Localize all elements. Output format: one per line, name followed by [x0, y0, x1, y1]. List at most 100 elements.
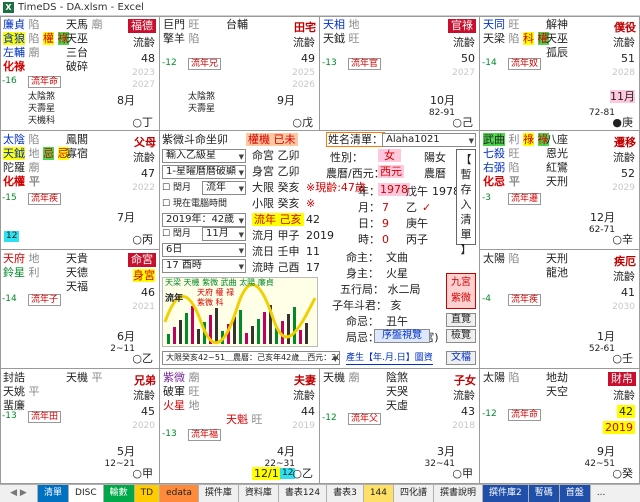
leap-month-checkbox[interactable]: ☐ 閏月: [162, 229, 191, 240]
liushi-row: 流時 己酉: [252, 261, 300, 274]
palace-age: 32~41: [424, 459, 455, 469]
name-list-label: 姓名清單：: [326, 132, 385, 147]
tab-temp-code[interactable]: 暫碼: [528, 485, 560, 502]
palace-wu[interactable]: 巨門 旺 擎羊 陷 台輔 田宅 流齡 -12 流年兄 49 2025 2026 …: [160, 16, 320, 131]
birth-day[interactable]: 9: [382, 217, 389, 230]
tab-disc[interactable]: DISC: [69, 485, 104, 502]
palace-flow-label: 流齡: [133, 36, 155, 49]
palace-yin[interactable]: 封誥 天姚 平 蜚廉 天機 平 兄弟 流齡 -13 流年田 45 2020 5月…: [0, 369, 160, 484]
palace-mao[interactable]: 天府 地 鈴星 利 天貴 天德 天福 命宮 身宮 -14 流年子 46 2021…: [0, 250, 160, 369]
tab-input[interactable]: 輸數: [103, 485, 135, 502]
birth-month[interactable]: 7: [382, 201, 389, 214]
tab-list[interactable]: 清單: [38, 485, 70, 502]
info-shen-zhu: 身主： 火星: [346, 267, 408, 280]
palace-big-number: 51: [621, 52, 635, 65]
palace-star-b: 封誥: [3, 371, 25, 384]
generate-chart-link[interactable]: 產生【年.月.日】圖資: [346, 353, 433, 365]
palace-xu[interactable]: 太陽 陷 天刑 龍池 疾厄 流齡 -4 流年疾 41 2030 1月 52-61…: [480, 250, 640, 369]
palace-star: 天梁 陷 科 權: [483, 32, 549, 45]
palace-star-b: 天刑: [546, 175, 568, 188]
month-select[interactable]: 11月 ▼: [202, 227, 246, 241]
palace-star: 太陽 陷: [483, 371, 520, 384]
palace-nianzhan: 流年福: [188, 429, 222, 441]
tab-archive[interactable]: 撰件庫: [199, 485, 239, 502]
tab-first-chart[interactable]: 首盤: [559, 485, 591, 502]
palace-big-number: 49: [301, 52, 315, 65]
sihua-bar: [179, 320, 182, 344]
tab-doc-notes[interactable]: 撰書說明: [434, 485, 484, 502]
palace-flow-label: 流齡: [453, 389, 475, 402]
method-select[interactable]: 1-星曜曆曆破顯 ▼: [162, 165, 246, 179]
ordered-view-button[interactable]: 序盤視覽: [374, 329, 430, 343]
now-age-label: ※現齡:47歲: [306, 181, 366, 194]
tab-nav-arrows[interactable]: ◀ ▶: [0, 485, 38, 502]
check-view-button[interactable]: 檢覽: [446, 329, 476, 343]
luck-period-select[interactable]: 大限癸亥42~51＿農曆：己亥年42歲＿西元：2019年42歲▼: [162, 351, 340, 365]
palace-age-offset: -13: [162, 429, 177, 439]
palace-star: 天鉞 旺: [323, 32, 360, 45]
birth-day-gz: 庚午: [406, 217, 428, 230]
birth-year-gz: 戊午: [406, 185, 428, 198]
palace-name: 夫妻: [294, 374, 316, 387]
palace-age-offset: -12: [322, 413, 337, 423]
leap-checkbox[interactable]: ☐ 閏月: [162, 183, 191, 194]
hour-select[interactable]: 17 酉時 ▼: [162, 259, 246, 273]
tab-report3[interactable]: 書表3: [327, 485, 364, 502]
flow-caption: 流年: [165, 294, 184, 304]
palace-nianzhan: 流年疾: [508, 294, 542, 306]
tab-database[interactable]: 資料庫: [239, 485, 279, 502]
day-select[interactable]: 6日 ▼: [162, 243, 246, 257]
tab-td[interactable]: TD: [134, 485, 161, 502]
palace-hai[interactable]: 太陽 陷 地劫 天空 財帛 流齡 -12 流年命 42 2019 9月 42~5…: [480, 369, 640, 484]
palace-year: 2027: [132, 80, 155, 90]
palace-star: 天鉞 地 忌 忌: [3, 147, 69, 160]
palace-year: 2028: [612, 68, 635, 78]
input-mode-select[interactable]: 輸入乙級星 ▼: [162, 149, 246, 163]
name-select[interactable]: Alaha1021 ▼: [382, 133, 476, 147]
palace-star-b: 三台: [66, 46, 88, 59]
palace-star: 七殺 旺: [483, 147, 520, 160]
sihua-bar: [293, 307, 296, 344]
palace-year: 2030: [612, 302, 635, 312]
palace-stem: ○乙: [132, 352, 153, 365]
palace-year: 2019: [603, 421, 635, 434]
palace-flow-label: 流齡: [613, 151, 635, 164]
tab-report124[interactable]: 書表124: [279, 485, 328, 502]
palace-wei[interactable]: 天相 地 天鉞 旺 官祿 流齡 -13 流年官 50 2027 10月 82-9…: [320, 16, 480, 131]
year-select[interactable]: 2019年：42歲 ▼: [162, 213, 246, 227]
palace-age-offset: -13: [322, 58, 337, 68]
palace-star-b: 解神: [546, 18, 568, 31]
palace-age-offset: -14: [482, 58, 497, 68]
calendar-value[interactable]: 西元: [378, 165, 404, 178]
now-time-checkbox[interactable]: ☐ 現在電腦時間: [162, 199, 227, 210]
palace-flow-label: 流齡: [613, 389, 635, 402]
palace-you[interactable]: 武曲 利 祿 祿 七殺 旺 右弼 陷 化忌 平 八座 恩光 紅鸞 天刑 遷移 流…: [480, 131, 640, 250]
document-button[interactable]: 文檔: [446, 351, 476, 365]
tab-144[interactable]: 144: [363, 485, 395, 502]
palace-si[interactable]: 廉貞 陷 貪狼 陷 權 祿 左輔 廟 化祿 天馬 廟 天巫 三台 破碎 福德 流…: [0, 16, 160, 131]
sihua-bar: [239, 310, 242, 344]
gender-value[interactable]: 女: [378, 149, 401, 162]
palace-zi[interactable]: 天機 廟 陰煞 天哭 天虛 子女 流齡 -12 流年父 43 2018 3月 3…: [320, 369, 480, 484]
palace-big-number: 42: [617, 405, 635, 418]
palace-shen[interactable]: 天同 旺 天梁 陷 科 權 解神 天巫 孤辰 僕役 流齡 -14 流年奴 51 …: [480, 16, 640, 131]
tab-sihua[interactable]: 四化譜: [394, 485, 435, 502]
palace-flow-label: 流齡: [613, 270, 635, 283]
save-to-list-button[interactable]: 【暫存入清單】: [456, 149, 476, 256]
palace-age: 4月: [277, 445, 295, 458]
straight-view-button[interactable]: 直覽: [446, 313, 476, 327]
sihua-bar: [173, 327, 176, 344]
palace-name: 兄弟: [134, 374, 156, 387]
palace-chen[interactable]: 太陰 陷 天鉞 地 忌 忌 陀羅 廟 化權 平 鳳閣 寡宿 父母 流齡 -15 …: [0, 131, 160, 250]
palace-chou[interactable]: 紫微 廟 破軍 旺 火星 地 天魁 旺 夫妻 流齡 -13 流年福 44 201…: [160, 369, 320, 484]
jiugong-ziwei-button[interactable]: 九宮紫微: [446, 273, 476, 309]
info-wuxing: 五行局： 水二局: [340, 283, 421, 296]
tab-more[interactable]: ...: [591, 485, 612, 502]
birth-hour[interactable]: 0: [382, 233, 389, 246]
palace-star-b: 八座: [546, 133, 568, 146]
tab-edata[interactable]: edata: [160, 485, 199, 502]
daxian-row: 大限 癸亥: [252, 181, 300, 194]
tab-archive2[interactable]: 撰件庫2: [483, 485, 529, 502]
year-type-select[interactable]: 流年 ▼: [202, 181, 246, 195]
sihua-bar: [191, 306, 194, 344]
